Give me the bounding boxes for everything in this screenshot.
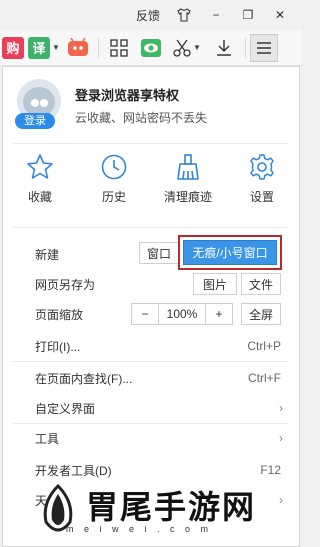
eye-protect-icon: [141, 38, 161, 57]
buy-button[interactable]: 购: [0, 34, 26, 62]
scissors-icon: [173, 39, 191, 57]
divider: [13, 361, 289, 362]
new-window-button[interactable]: 窗口: [139, 242, 179, 264]
tools-label: 工具: [35, 431, 60, 446]
new-incognito-window-button[interactable]: 无痕/小号窗口: [183, 240, 277, 265]
menu-item-devtools[interactable]: 开发者工具(D) F12: [3, 457, 299, 483]
save-as-label: 网页另存为: [35, 277, 96, 292]
zoom-value: 100%: [158, 303, 206, 325]
minimize-button[interactable]: −: [200, 0, 232, 30]
settings-label: 设置: [249, 190, 274, 204]
screenshot-button[interactable]: ▼: [167, 34, 207, 62]
eye-protect-button[interactable]: [135, 34, 167, 62]
menu-button[interactable]: [250, 33, 278, 62]
game-icon: [68, 37, 88, 56]
restore-button[interactable]: ❐: [232, 0, 264, 30]
download-button[interactable]: [207, 34, 241, 62]
broom-icon: [177, 154, 199, 180]
gear-icon: [250, 154, 274, 180]
menu-icon: [257, 41, 271, 54]
zoom-in-button[interactable]: +: [205, 303, 233, 325]
star-icon: [27, 154, 53, 179]
clear-traces-label: 清理痕迹: [163, 190, 212, 204]
chevron-down-icon: ▼: [193, 43, 201, 52]
toolbar: 购 译 ▼ ▼: [0, 30, 302, 66]
devtools-shortcut: F12: [260, 463, 281, 477]
buy-icon: 购: [2, 36, 24, 59]
close-button[interactable]: ✕: [264, 0, 296, 30]
title-bar: 反馈 − ❐ ✕: [0, 0, 302, 30]
menu-item-tools[interactable]: 工具 ›: [3, 425, 299, 451]
partial-label: 天: [35, 493, 48, 508]
menu-item-print[interactable]: 打印(I)... Ctrl+P: [3, 333, 299, 359]
login-subtitle: 云收藏、网站密码不丢失: [75, 111, 208, 125]
print-label: 打印(I)...: [35, 339, 81, 354]
chevron-right-icon: ›: [279, 401, 283, 415]
zoom-label: 页面缩放: [35, 307, 84, 322]
chevron-right-icon: ›: [279, 493, 283, 507]
login-button[interactable]: 登录: [15, 113, 55, 129]
history-button[interactable]: 历史: [77, 153, 151, 215]
menu-item-partial[interactable]: 天 ›: [3, 487, 299, 513]
toolbar-divider: [245, 37, 246, 58]
game-button[interactable]: [62, 34, 94, 62]
clock-icon: [101, 154, 127, 180]
download-icon: [217, 39, 231, 56]
customize-label: 自定义界面: [35, 401, 96, 416]
favorites-label: 收藏: [27, 190, 52, 204]
fullscreen-button[interactable]: 全屏: [241, 303, 281, 325]
apps-button[interactable]: [103, 34, 135, 62]
find-label: 在页面内查找(F)...: [35, 371, 133, 386]
divider: [13, 423, 289, 424]
avatar-eye-right: [40, 99, 48, 107]
favorites-button[interactable]: 收藏: [3, 153, 77, 215]
new-label: 新建: [35, 247, 60, 262]
main-menu-panel: 登录 登录浏览器享特权 云收藏、网站密码不丢失 收藏 历史 清理痕迹 设置 新建…: [2, 66, 300, 547]
menu-item-find[interactable]: 在页面内查找(F)... Ctrl+F: [3, 365, 299, 391]
history-label: 历史: [101, 190, 126, 204]
chevron-down-icon: ▼: [52, 43, 60, 52]
apps-grid-icon: [110, 38, 128, 57]
find-shortcut: Ctrl+F: [248, 371, 281, 385]
save-file-button[interactable]: 文件: [241, 273, 281, 295]
quick-actions: 收藏 历史 清理痕迹 设置: [3, 153, 299, 215]
login-section[interactable]: 登录 登录浏览器享特权 云收藏、网站密码不丢失: [3, 67, 299, 143]
toolbar-divider: [98, 37, 99, 58]
clear-traces-button[interactable]: 清理痕迹: [151, 153, 225, 215]
skin-button[interactable]: [168, 0, 200, 30]
devtools-label: 开发者工具(D): [35, 463, 112, 478]
divider: [13, 143, 289, 144]
settings-button[interactable]: 设置: [225, 153, 299, 215]
translate-icon: 译: [28, 36, 51, 59]
translate-button[interactable]: 译 ▼: [26, 34, 62, 62]
avatar-eye-left: [31, 99, 39, 107]
menu-item-customize[interactable]: 自定义界面 ›: [3, 395, 299, 421]
shirt-icon: [177, 8, 191, 22]
print-shortcut: Ctrl+P: [247, 339, 281, 353]
save-image-button[interactable]: 图片: [193, 273, 237, 295]
feedback-link[interactable]: 反馈: [128, 0, 168, 30]
zoom-out-button[interactable]: −: [131, 303, 159, 325]
login-title[interactable]: 登录浏览器享特权: [75, 85, 179, 104]
divider: [13, 227, 289, 228]
chevron-right-icon: ›: [279, 431, 283, 445]
